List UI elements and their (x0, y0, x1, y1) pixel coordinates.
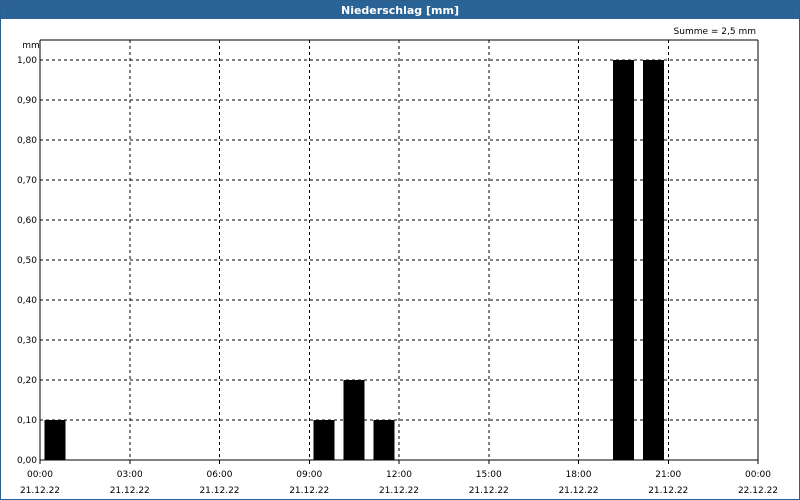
y-tick-label: 0,60 (17, 216, 37, 226)
sum-label: Summe = 2,5 mm (674, 27, 756, 37)
x-tick-time-label: 15:00 (476, 470, 502, 480)
y-tick-label: 0,30 (17, 336, 37, 346)
x-tick-labels: 00:00 21.12.22 03:00 21.12.22 06:00 21.12.22 0… (20, 470, 778, 496)
y-tick-label: 0,40 (17, 296, 37, 306)
y-tick-label: 0,70 (17, 176, 37, 186)
y-unit-label: mm (22, 41, 40, 51)
y-tick-label: 0,90 (17, 96, 37, 106)
y-tick-label: 0,20 (17, 376, 37, 386)
x-tick-date-label: 21.12.22 (469, 486, 509, 496)
precip-bar (44, 420, 66, 460)
x-tick-time-label: 21:00 (655, 470, 681, 480)
x-tick-time-label: 00:00 (27, 470, 53, 480)
precip-bar (642, 60, 664, 460)
x-tick-time-label: 00:00 (745, 470, 771, 480)
y-tick-label: 0,50 (17, 256, 37, 266)
y-tick-label: 1,00 (17, 56, 37, 66)
x-tick-time-label: 18:00 (566, 470, 592, 480)
x-tick-date-label: 21.12.22 (558, 486, 598, 496)
x-tick-time-label: 06:00 (207, 470, 233, 480)
precip-bar (373, 420, 395, 460)
x-tick-date-label: 21.12.22 (379, 486, 419, 496)
precip-bar (343, 380, 365, 460)
precip-bar (313, 420, 335, 460)
precipitation-chart: Summe = 2,5 mm mm 0,000,100,200,300,400,… (17, 27, 778, 496)
x-tick-time-label: 09:00 (296, 470, 322, 480)
x-tick-date-label: 21.12.22 (648, 486, 688, 496)
x-tick-date-label: 21.12.22 (110, 486, 150, 496)
x-tick-time-label: 12:00 (386, 470, 412, 480)
y-tick-label: 0,00 (17, 456, 37, 466)
y-tick-label: 0,10 (17, 416, 37, 426)
precip-bar (612, 60, 634, 460)
y-tick-labels: 0,00 0,10 0,20 0,30 0,40 0,50 0,60 0,70 0,80 0,90… (17, 56, 37, 466)
x-tick-date-label: 22.12.22 (738, 486, 778, 496)
x-tick-date-label: 21.12.22 (20, 486, 60, 496)
x-tick-date-label: 21.12.22 (199, 486, 239, 496)
y-tick-label: 0,80 (17, 136, 37, 146)
x-tick-date-label: 21.12.22 (289, 486, 329, 496)
x-tick-time-label: 03:00 (117, 470, 143, 480)
